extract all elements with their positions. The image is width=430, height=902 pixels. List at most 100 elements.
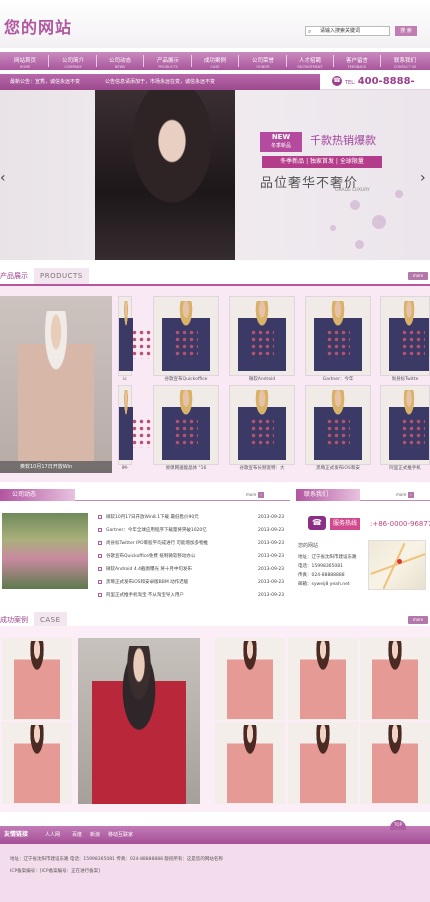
new-badge: NEW 冬季新品 xyxy=(260,132,302,152)
product-card[interactable] xyxy=(380,385,430,465)
product-card[interactable] xyxy=(153,385,219,465)
nav-label-en: CONTACT US xyxy=(393,65,417,69)
main-nav: 网站首页 HOME 公司简介 COMPANY 公司动态 NEWS 产品展示 PRODUC… xyxy=(0,52,430,70)
case-card[interactable] xyxy=(360,638,430,720)
news-image[interactable] xyxy=(2,513,88,589)
banner-subline: 冬季新品 | 独家首发 | 全球限量 xyxy=(262,156,382,168)
contact-address: 地址：辽宁省沈阳市建设东路 xyxy=(298,555,357,560)
case-card[interactable] xyxy=(2,722,72,804)
nav-label: 公司简介 xyxy=(61,58,84,64)
news-item[interactable]: 微软Android 4.4截图曝光 将十月中旬发布 2013-09-23 xyxy=(98,565,288,575)
product-card[interactable] xyxy=(380,296,430,376)
location-map[interactable] xyxy=(368,540,426,590)
news-title: 公司动态 xyxy=(0,489,75,501)
nav-item-products[interactable]: 产品展示 PRODUCTS xyxy=(145,52,191,70)
friend-link[interactable]: 移动互联家 xyxy=(108,826,133,844)
products-title: 产品展示 xyxy=(0,272,28,280)
news-item[interactable]: 谷歌宣布Quickoffice免费 抵制微软移动办公 2013-09-23 xyxy=(98,552,288,562)
product-card[interactable] xyxy=(229,296,295,376)
news-item[interactable]: 阿里正式推手机淘宝 不从淘宝导入用户 2013-09-23 xyxy=(98,591,288,601)
notice-text[interactable]: 宣秀，诚信永远不变 xyxy=(35,79,80,85)
hero-banner[interactable]: NEW 冬季新品 千款热销爆款 冬季新品 | 独家首发 | 全球限量 品位奢华不奢… xyxy=(0,90,430,260)
product-card[interactable] xyxy=(305,296,371,376)
friend-links-label: 友情链接 xyxy=(4,831,29,838)
product-card[interactable] xyxy=(118,296,155,376)
case-card[interactable] xyxy=(215,638,285,720)
contact-email[interactable]: 邮箱：syweij8 yeah.net xyxy=(298,581,368,587)
nav-item-news[interactable]: 公司动态 NEWS xyxy=(97,52,143,70)
cases-more-button[interactable]: more xyxy=(408,616,428,624)
banner-prev-arrow-icon[interactable]: ‹ xyxy=(0,170,6,186)
case-featured[interactable] xyxy=(78,638,200,804)
tel-label: TEL: xyxy=(345,80,356,86)
notice-label: 最新公告： xyxy=(10,79,36,85)
news-item[interactable]: 黑莓正式发布iOS和安卓版BBM 动作迟缓 2013-09-23 xyxy=(98,578,288,588)
banner-model-photo xyxy=(95,90,235,260)
contact-fax: 传真：024-88888888 xyxy=(298,573,345,578)
nav-item-feedback[interactable]: 客户留言 FEEDBACK xyxy=(334,52,380,70)
nav-label-en: FEEDBACK xyxy=(347,65,367,69)
banner-next-arrow-icon[interactable]: › xyxy=(420,170,426,186)
nav-item-honor[interactable]: 公司荣誉 HONOR xyxy=(240,52,286,70)
product-card[interactable] xyxy=(229,385,295,465)
friend-link[interactable]: 新浪 xyxy=(90,826,100,844)
search-icon: ⌕ xyxy=(308,28,312,35)
product-caption: 黑莓正式发布iOS和安 xyxy=(316,466,360,471)
notice-bar: 最新公告：宣秀，诚信永远不变 公告信息请添加于，市场永远在变，诚信永远不变 ☎ T… xyxy=(0,74,430,100)
nav-item-home[interactable]: 网站首页 HOME xyxy=(2,52,48,70)
nav-label: 客户留言 xyxy=(345,58,368,64)
page: 您的网站 ⌕ 请输入搜索关键词 搜 索 网站首页 HOME 公司简介 COMPANY… xyxy=(0,0,430,902)
products-more-button[interactable]: more xyxy=(408,272,428,280)
news-header: 公司动态 more › xyxy=(0,489,290,501)
nav-label: 公司荣誉 xyxy=(251,58,274,64)
product-caption: Gartner：今年 xyxy=(322,377,354,382)
nav-label-en: PRODUCTS xyxy=(158,65,178,69)
hotline: ☎ 服务热线 :+86-0000-96877 xyxy=(300,514,430,536)
nav-item-recruitment[interactable]: 人才招聘 RECRUITMENT xyxy=(287,52,333,70)
contact-more-icon[interactable]: › xyxy=(408,492,414,498)
news-item[interactable]: 微软10月17日开放Win8.1下载 最低售价90元 2013-09-23 xyxy=(98,513,288,523)
product-card[interactable] xyxy=(118,385,155,465)
back-to-top-button[interactable]: TOP xyxy=(390,820,406,830)
search-input[interactable]: ⌕ 请输入搜索关键词 xyxy=(305,26,390,36)
product-card[interactable] xyxy=(153,296,219,376)
case-card[interactable] xyxy=(288,722,358,804)
news-more-icon[interactable]: › xyxy=(258,492,264,498)
hotline-label: 服务热线 xyxy=(330,518,361,530)
product-caption: 谷歌宣布长频宽特：大 xyxy=(239,466,285,471)
case-card[interactable] xyxy=(288,638,358,720)
product-caption: 易俱网遍能晶体 "16 xyxy=(165,466,207,471)
products-title-en: PRODUCTS xyxy=(34,268,89,284)
news-item[interactable]: Gartner：今年全球应用程序下载量将突破1020亿 2013-09-23 xyxy=(98,526,288,536)
friend-link[interactable]: 百度 xyxy=(72,826,82,844)
friend-links-bar: 友情链接 人人网 百度 新浪 移动互联家 TOP xyxy=(0,820,430,844)
site-logo[interactable]: 您的网站 xyxy=(4,14,72,38)
product-photo xyxy=(18,311,94,461)
case-card[interactable] xyxy=(2,638,72,720)
banner-grade: GRADE LUXURY xyxy=(335,188,370,193)
contact-more-link[interactable]: more xyxy=(396,492,406,497)
notice-strip: 最新公告：宣秀，诚信永远不变 公告信息请添加于，市场永远在变，诚信永远不变 xyxy=(0,74,320,90)
product-caption: 阿里正式推手机 xyxy=(389,466,421,471)
nav-item-contact[interactable]: 联系我们 CONTACT US xyxy=(382,52,428,70)
case-card[interactable] xyxy=(215,722,285,804)
product-caption: 谷歌宣布Quickoffice xyxy=(164,377,208,382)
nav-item-case[interactable]: 成功案例 CASE xyxy=(192,52,238,70)
news-item[interactable]: 尚县标Twitter IPO筹股平均成进行 可能增加多物推 2013-09-23 xyxy=(98,539,288,549)
case-card[interactable] xyxy=(360,722,430,804)
search-button[interactable]: 搜 索 xyxy=(395,26,417,36)
nav-item-company[interactable]: 公司简介 COMPANY xyxy=(50,52,96,70)
news-more-link[interactable]: more xyxy=(246,492,256,497)
map-pin-icon xyxy=(397,559,402,564)
notice-text-2[interactable]: 公告信息请添加于，市场永远在变，诚信永远不变 xyxy=(105,74,215,90)
friend-link[interactable]: 人人网 xyxy=(45,826,60,844)
product-card[interactable] xyxy=(305,385,371,465)
header: 您的网站 ⌕ 请输入搜索关键词 搜 索 xyxy=(0,0,430,48)
footer: 地址：辽宁省沈阳市建设东路 电话：15998365081 传真：024-8888… xyxy=(0,844,430,902)
featured-product[interactable]: 奥软10月17日开放Win xyxy=(0,296,112,473)
nav-label: 成功案例 xyxy=(203,58,226,64)
banner-headline: 千款热销爆款 xyxy=(310,134,376,147)
phone-icon: ☎ xyxy=(332,76,342,86)
featured-caption: 奥软10月17日开放Win xyxy=(0,461,112,473)
nav-label-en: RECRUITMENT xyxy=(297,65,323,69)
